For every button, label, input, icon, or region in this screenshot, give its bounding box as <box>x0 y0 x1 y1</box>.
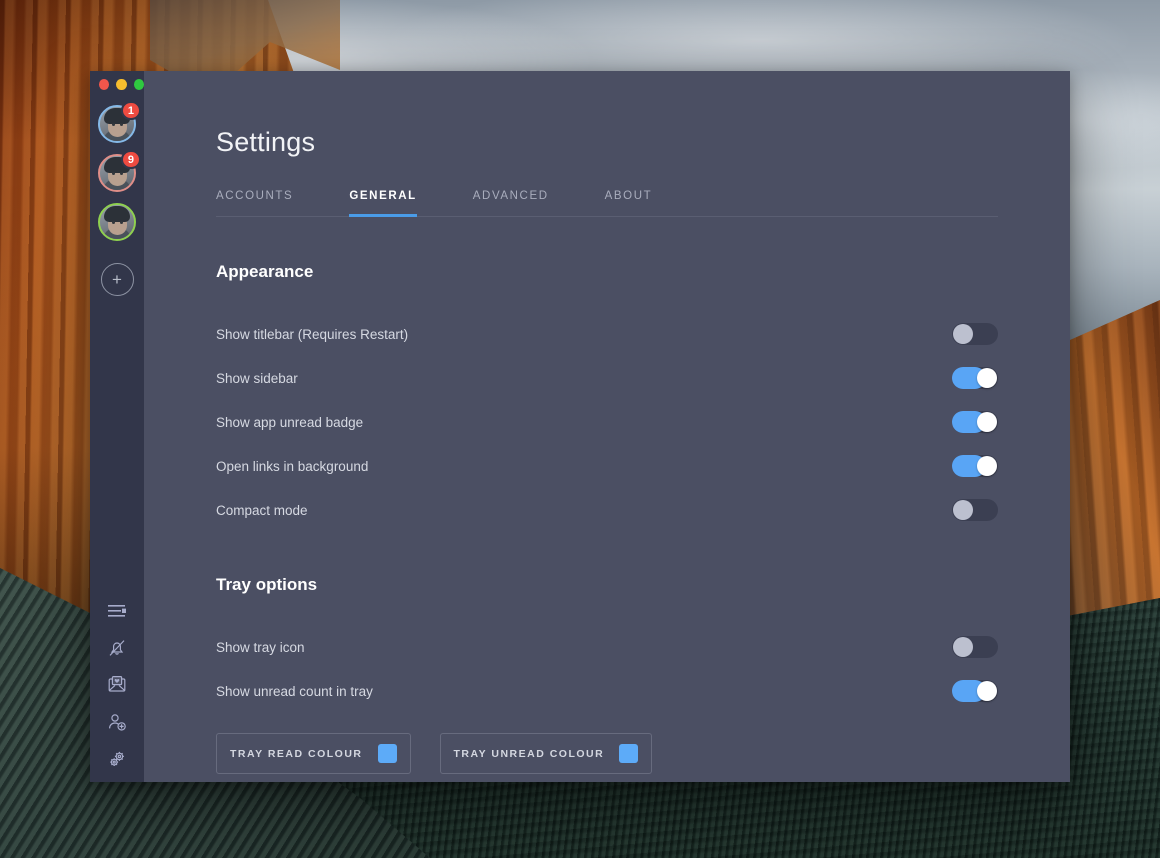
maximize-button[interactable] <box>133 78 144 90</box>
setting-label: Compact mode <box>216 502 308 518</box>
colour-swatch[interactable] <box>377 744 397 763</box>
setting-row-show-unread-count-in-tray: Show unread count in tray <box>216 669 998 713</box>
bell-slash-icon[interactable] <box>104 635 130 661</box>
section-heading: Tray options <box>216 575 318 594</box>
gears-icon[interactable] <box>104 746 130 772</box>
toggle-show-tray-icon[interactable] <box>952 636 998 658</box>
unread-badge: 9 <box>120 150 141 169</box>
tray-read-colour-button[interactable]: TRAY READ COLOUR <box>216 733 411 774</box>
toggle-show-sidebar[interactable] <box>952 367 998 389</box>
setting-row-show-titlebar: Show titlebar (Requires Restart) <box>216 312 998 356</box>
window-controls <box>90 71 144 97</box>
button-label: TRAY UNREAD COLOUR <box>453 747 605 760</box>
setting-row-show-tray-icon: Show tray icon <box>216 625 998 669</box>
section-heading: Appearance <box>216 262 314 281</box>
sidebar-account-1[interactable]: 1 <box>98 101 141 143</box>
tab-accounts[interactable]: ACCOUNTS <box>216 190 293 217</box>
tray-unread-colour-button[interactable]: TRAY UNREAD COLOUR <box>439 733 653 774</box>
sidebar-account-2[interactable]: 9 <box>98 150 141 192</box>
tab-about[interactable]: ABOUT <box>605 190 653 217</box>
tab-general[interactable]: GENERAL <box>349 190 417 217</box>
tab-bar: ACCOUNTS GENERAL ADVANCED ABOUT <box>216 189 998 217</box>
toggle-show-unread-count-in-tray[interactable] <box>952 680 998 702</box>
setting-row-compact-mode: Compact mode <box>216 488 998 532</box>
close-button[interactable] <box>99 78 110 90</box>
plus-icon: + <box>112 270 122 289</box>
app-window: 1 9 + Settings ACCOUNTS GENERAL ADVANCED… <box>90 71 1070 782</box>
setting-row-show-app-unread-badge: Show app unread badge <box>216 400 998 444</box>
avatar <box>98 203 136 241</box>
list-lines-icon[interactable] <box>104 598 130 624</box>
avatar-face-icon <box>100 205 134 239</box>
setting-row-show-sidebar: Show sidebar <box>216 356 998 400</box>
colour-button-group: TRAY READ COLOUR TRAY UNREAD COLOUR <box>216 733 998 774</box>
colour-swatch[interactable] <box>619 744 639 763</box>
envelope-heart-icon[interactable] <box>104 672 130 698</box>
section-tray-options: Tray options Show tray icon Show unread … <box>216 575 998 774</box>
page-title: Settings <box>216 127 316 157</box>
setting-label: Open links in background <box>216 458 369 474</box>
sidebar: 1 9 + <box>90 71 144 782</box>
add-account-button[interactable]: + <box>100 263 134 296</box>
unread-badge: 1 <box>120 101 141 120</box>
desktop-background: 1 9 + Settings ACCOUNTS GENERAL ADVANCED… <box>0 0 1160 858</box>
sidebar-account-3[interactable] <box>98 203 136 241</box>
account-list: 1 9 + <box>98 101 141 296</box>
setting-row-open-links-in-background: Open links in background <box>216 444 998 488</box>
section-appearance: Appearance Show titlebar (Requires Resta… <box>216 262 998 532</box>
minimize-button[interactable] <box>116 78 127 90</box>
toggle-compact-mode[interactable] <box>952 499 998 521</box>
tab-advanced[interactable]: ADVANCED <box>473 190 549 217</box>
button-label: TRAY READ COLOUR <box>230 747 363 760</box>
setting-label: Show titlebar (Requires Restart) <box>216 326 409 342</box>
toggle-show-app-unread-badge[interactable] <box>952 411 998 433</box>
setting-label: Show app unread badge <box>216 414 364 430</box>
setting-label: Show tray icon <box>216 639 305 655</box>
sidebar-tools <box>90 598 144 772</box>
toggle-open-links-in-background[interactable] <box>952 455 998 477</box>
setting-label: Show unread count in tray <box>216 683 373 699</box>
setting-label: Show sidebar <box>216 370 298 386</box>
toggle-show-titlebar[interactable] <box>952 323 998 345</box>
main-panel: Settings ACCOUNTS GENERAL ADVANCED ABOUT… <box>144 71 1070 782</box>
add-person-icon[interactable] <box>104 709 130 735</box>
